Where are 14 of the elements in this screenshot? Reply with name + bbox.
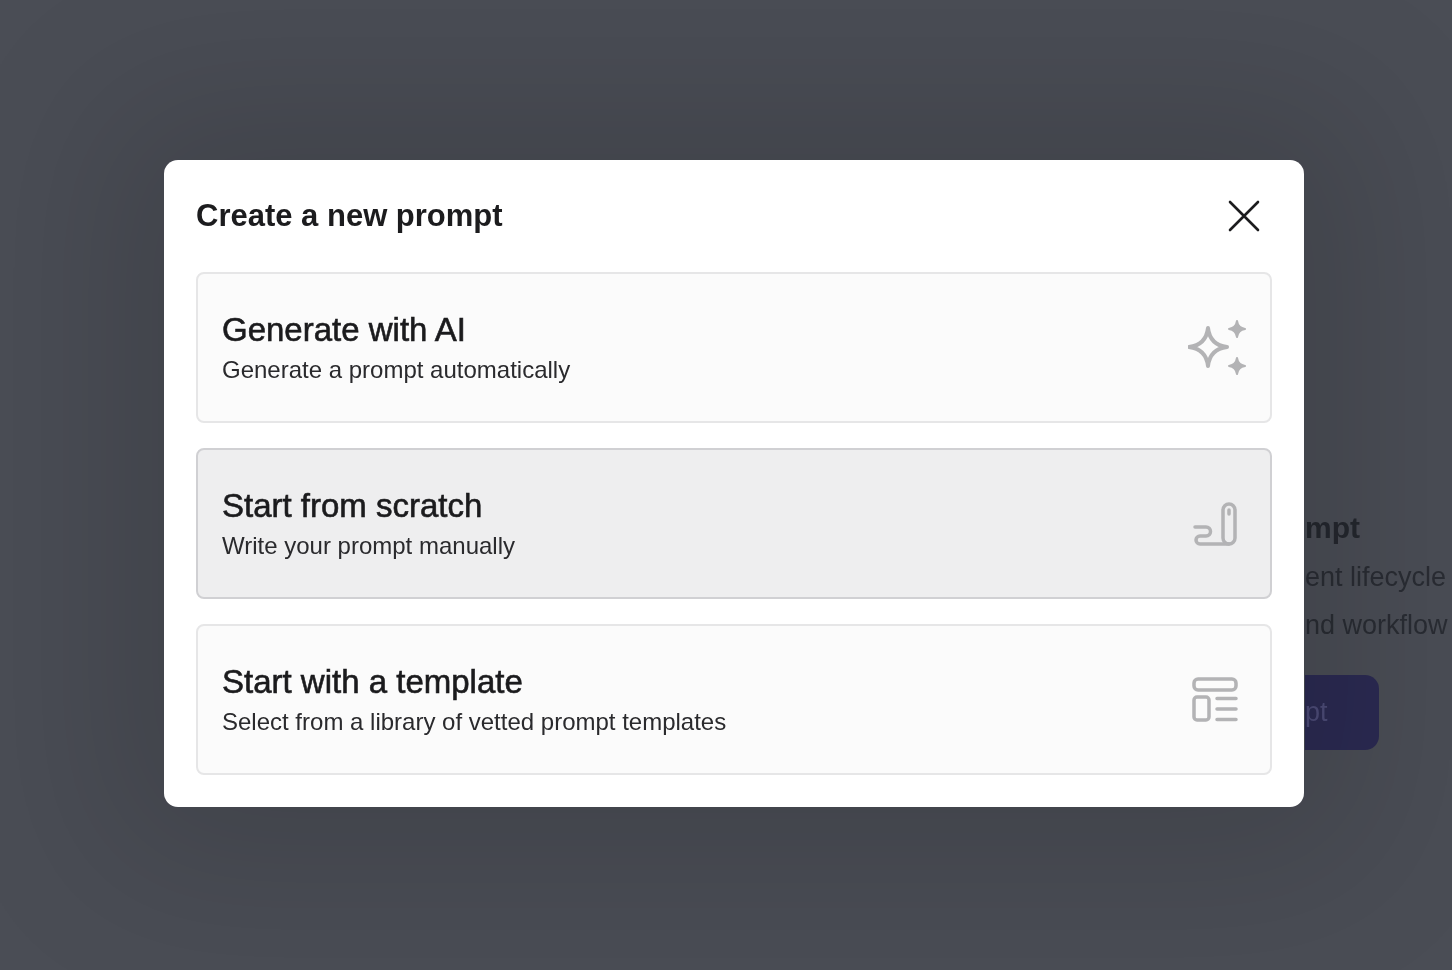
sparkle-icon [1188,319,1246,376]
pencil-icon [1192,501,1238,546]
option-description: Generate a prompt automatically [222,354,571,385]
option-card[interactable]: Start from scratch Write your prompt manually [196,448,1272,599]
option-title: Start with a template [222,662,524,701]
dialog-title: Create a new prompt [196,197,503,235]
option-card[interactable]: Generate with AI Generate a prompt automatically [196,272,1272,423]
close-icon [1228,200,1260,232]
option-title: Generate with AI [222,310,467,349]
option-title: Start from scratch [222,486,484,525]
option-description: Write your prompt manually [222,530,515,561]
option-card[interactable]: Start with a template Select from a library of vetted prompt templates [196,624,1272,775]
layout-icon [1192,677,1238,722]
option-description: Select from a library of vetted prompt templates [222,706,727,737]
